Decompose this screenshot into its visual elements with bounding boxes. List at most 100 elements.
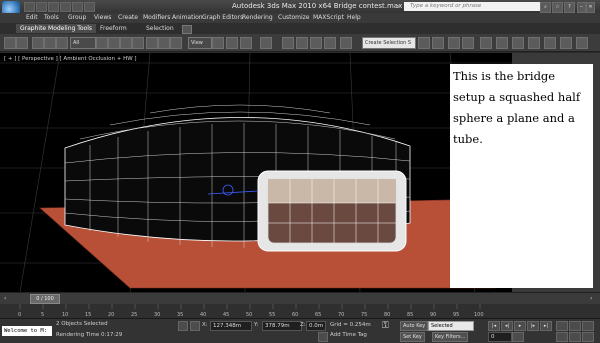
key-icon[interactable]: ⚿ [382, 321, 394, 337]
redo-icon[interactable] [72, 2, 83, 12]
percent-snap-icon[interactable] [296, 37, 308, 49]
x-coordinate-field[interactable]: 127.348m [210, 321, 252, 331]
y-coordinate-field[interactable]: 378.79m [262, 321, 302, 331]
edit-named-selection-icon[interactable] [324, 37, 336, 49]
menu-views[interactable]: Views [94, 14, 111, 21]
spinner-snap-icon[interactable] [310, 37, 322, 49]
menu-help[interactable]: Help [347, 14, 361, 21]
auto-key-mode-dropdown[interactable]: Selected [428, 321, 474, 331]
mirror-icon[interactable] [418, 37, 430, 49]
tab-freeform[interactable]: Freeform [96, 24, 131, 33]
render-setup-icon[interactable] [528, 37, 540, 49]
select-link-icon[interactable] [32, 37, 44, 49]
menu-tools[interactable]: Tools [44, 14, 59, 21]
time-tag-icon[interactable] [318, 332, 328, 342]
window-title: Autodesk 3ds Max 2010 x64 Bridge contest… [232, 2, 403, 10]
snaps-toggle-icon[interactable] [260, 37, 272, 49]
angle-snap-icon[interactable] [282, 37, 294, 49]
graphite-toggle-icon[interactable] [462, 37, 474, 49]
rendered-frame-window-icon[interactable] [544, 37, 556, 49]
rectangular-selection-icon[interactable] [120, 37, 132, 49]
absolute-mode-icon[interactable] [190, 321, 200, 331]
select-object-icon[interactable] [96, 37, 108, 49]
close-icon[interactable]: ✕ [586, 2, 595, 13]
named-selection-icon[interactable] [340, 37, 352, 49]
menu-modifiers[interactable]: Modifiers [143, 14, 170, 21]
star-icon[interactable]: ☆ [552, 2, 563, 13]
named-selection-set-input[interactable]: Create Selection S [362, 37, 416, 49]
infocenter-search-icon[interactable]: ⌕ [540, 2, 551, 13]
menu-rendering[interactable]: Rendering [242, 14, 273, 21]
field-of-view-icon[interactable] [556, 332, 568, 342]
time-config-icon[interactable] [512, 332, 524, 342]
undo-icon[interactable] [60, 2, 71, 12]
selection-info: 2 Objects Selected [56, 321, 108, 327]
pan-view-icon[interactable] [569, 332, 581, 342]
key-filters-button[interactable]: Key Filters... [432, 332, 469, 342]
curve-editor-icon[interactable] [480, 37, 492, 49]
scale-icon[interactable] [170, 37, 182, 49]
go-to-end-icon[interactable]: ▸| [540, 321, 552, 331]
maximize-viewport-icon[interactable] [582, 332, 594, 342]
next-key-icon[interactable]: |▸ [527, 321, 539, 331]
render-time: Rendering Time 0:17:29 [56, 332, 123, 338]
render-production-icon[interactable] [560, 37, 572, 49]
zoom-extents-icon[interactable] [582, 321, 594, 331]
play-icon[interactable]: ▸ [514, 321, 526, 331]
menu-customize[interactable]: Customize [278, 14, 310, 21]
undo-toolbar-icon[interactable] [4, 37, 16, 49]
previous-key-icon[interactable]: ◂| [501, 321, 513, 331]
help-icon[interactable]: ? [564, 2, 575, 13]
search-icon: ⌕ [396, 3, 400, 10]
open-file-icon[interactable] [36, 2, 47, 12]
align-icon[interactable] [432, 37, 444, 49]
track-bar[interactable]: 0 5 10 15 20 25 30 35 40 45 50 55 60 65 … [0, 304, 600, 318]
schematic-view-icon[interactable] [496, 37, 508, 49]
material-editor-icon[interactable] [512, 37, 524, 49]
auto-key-button[interactable]: Auto Key [400, 321, 429, 331]
render-icon[interactable] [576, 37, 588, 49]
move-icon[interactable] [146, 37, 158, 49]
save-file-icon[interactable] [48, 2, 59, 12]
z-coordinate-field[interactable]: 0.0m [306, 321, 326, 331]
new-file-icon[interactable] [24, 2, 35, 12]
menu-group[interactable]: Group [68, 14, 86, 21]
y-label: Y: [254, 322, 259, 328]
zoom-icon[interactable] [556, 321, 568, 331]
pivot-center-icon[interactable] [212, 37, 224, 49]
window-crossing-icon[interactable] [132, 37, 144, 49]
go-to-start-icon[interactable]: |◂ [488, 321, 500, 331]
selection-filter-dropdown[interactable]: All [70, 37, 96, 49]
bind-space-warp-icon[interactable] [56, 37, 68, 49]
viewport-label[interactable]: [ + ] [ Perspective ] [ Ambient Occlusio… [4, 56, 137, 62]
maxscript-listener[interactable]: Welcome to M: [2, 326, 52, 336]
set-key-button[interactable]: Set Key [400, 332, 425, 342]
menu-edit[interactable]: Edit [26, 14, 38, 21]
grid-size: Grid = 0.254m [330, 322, 371, 328]
select-manipulate-icon[interactable] [226, 37, 238, 49]
menu-graph-editors[interactable]: Graph Editors [202, 14, 243, 21]
redo-toolbar-icon[interactable] [16, 37, 28, 49]
prev-frame-icon[interactable]: ‹ [4, 295, 11, 302]
project-folder-icon[interactable] [84, 2, 95, 12]
current-frame-field[interactable]: 0 [488, 332, 512, 342]
select-by-name-icon[interactable] [108, 37, 120, 49]
menu-create[interactable]: Create [118, 14, 138, 21]
help-search-input[interactable]: Type a keyword or phrase [404, 2, 540, 11]
reference-coord-dropdown[interactable]: View [188, 37, 212, 49]
unlink-icon[interactable] [44, 37, 56, 49]
add-time-tag[interactable]: Add Time Tag [330, 332, 367, 338]
ribbon-toggle-icon[interactable] [182, 25, 192, 34]
tab-selection[interactable]: Selection [142, 24, 178, 33]
rotate-icon[interactable] [158, 37, 170, 49]
minimize-icon[interactable]: ‒ [577, 2, 586, 13]
menu-animation[interactable]: Animation [172, 14, 203, 21]
next-frame-icon[interactable]: › [590, 295, 597, 302]
layer-manager-icon[interactable] [448, 37, 460, 49]
menu-maxscript[interactable]: MAXScript [313, 14, 344, 21]
zoom-all-icon[interactable] [569, 321, 581, 331]
lock-selection-icon[interactable] [178, 321, 188, 331]
tab-graphite-modeling-tools[interactable]: Graphite Modeling Tools [16, 24, 97, 33]
time-slider[interactable]: 0 / 100 [30, 294, 60, 304]
keyboard-shortcut-icon[interactable] [240, 37, 252, 49]
